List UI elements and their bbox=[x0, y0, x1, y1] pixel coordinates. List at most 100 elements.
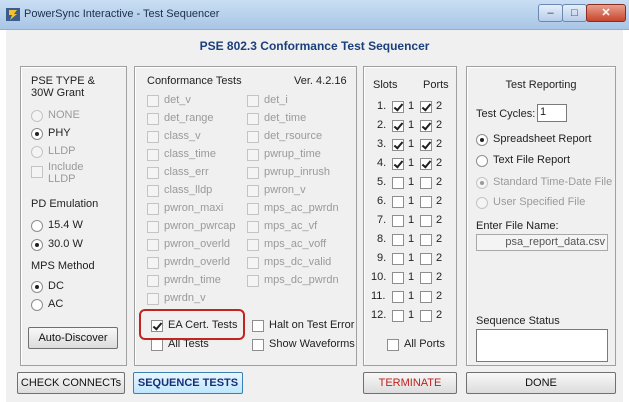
pd-30w-radio[interactable] bbox=[31, 239, 43, 251]
port1-checkbox[interactable] bbox=[392, 272, 404, 284]
port1-checkbox[interactable] bbox=[392, 177, 404, 189]
test-checkbox[interactable] bbox=[147, 113, 159, 125]
test-cycles-label: Test Cycles: bbox=[476, 108, 536, 120]
test-checkbox[interactable] bbox=[247, 113, 259, 125]
minimize-button[interactable]: – bbox=[538, 4, 563, 22]
port2-checkbox[interactable] bbox=[420, 177, 432, 189]
port2-checkbox[interactable] bbox=[420, 272, 432, 284]
pd-15-4w-label: 15.4 W bbox=[48, 219, 83, 231]
port1-checkbox[interactable] bbox=[392, 234, 404, 246]
test-checkbox[interactable] bbox=[147, 293, 159, 305]
mps-dc-radio[interactable] bbox=[31, 281, 43, 293]
user-specified-file-radio[interactable] bbox=[476, 197, 488, 209]
include-lldp-checkbox[interactable] bbox=[31, 166, 43, 178]
port1-checkbox[interactable] bbox=[392, 139, 404, 151]
port2-checkbox[interactable] bbox=[420, 234, 432, 246]
test-checkbox[interactable] bbox=[247, 221, 259, 233]
test-cycles-input[interactable]: 1 bbox=[537, 104, 567, 122]
test-checkbox[interactable] bbox=[147, 95, 159, 107]
port1-checkbox[interactable] bbox=[392, 291, 404, 303]
port2-checkbox[interactable] bbox=[420, 158, 432, 170]
conformance-tests-title: Conformance Tests bbox=[147, 75, 242, 87]
port1-checkbox[interactable] bbox=[392, 196, 404, 208]
pse-type-subtitle: 30W Grant bbox=[31, 87, 85, 99]
pse-type-phy-radio[interactable] bbox=[31, 128, 43, 140]
port1-checkbox[interactable] bbox=[392, 101, 404, 113]
port2-checkbox[interactable] bbox=[420, 310, 432, 322]
test-checkbox[interactable] bbox=[147, 149, 159, 161]
port2-checkbox[interactable] bbox=[420, 253, 432, 265]
test-reporting-panel: Test Reporting Test Cycles: 1 Spreadshee… bbox=[466, 66, 616, 366]
file-name-input[interactable]: psa_report_data.csv bbox=[476, 234, 608, 251]
include-lldp-label-line2: LLDP bbox=[48, 173, 76, 185]
standard-time-date-file-radio[interactable] bbox=[476, 177, 488, 189]
test-label: mps_ac_voff bbox=[264, 238, 327, 250]
test-checkbox[interactable] bbox=[247, 95, 259, 107]
all-ports-checkbox[interactable] bbox=[387, 339, 399, 351]
port1-checkbox[interactable] bbox=[392, 215, 404, 227]
test-checkbox[interactable] bbox=[247, 203, 259, 215]
window-titlebar[interactable]: PowerSync Interactive - Test Sequencer –… bbox=[0, 0, 629, 30]
port2-checkbox[interactable] bbox=[420, 215, 432, 227]
test-checkbox[interactable] bbox=[247, 149, 259, 161]
port2-checkbox[interactable] bbox=[420, 196, 432, 208]
close-button[interactable]: ✕ bbox=[586, 4, 626, 22]
sequence-tests-button[interactable]: SEQUENCE TESTS bbox=[133, 372, 243, 394]
sequence-status-label: Sequence Status bbox=[476, 315, 560, 327]
port2-checkbox[interactable] bbox=[420, 139, 432, 151]
port2-label: 2 bbox=[436, 157, 443, 169]
auto-discover-button[interactable]: Auto-Discover bbox=[28, 327, 118, 349]
text-file-report-radio[interactable] bbox=[476, 155, 488, 167]
slot-number: 6. bbox=[377, 195, 387, 207]
test-checkbox[interactable] bbox=[247, 185, 259, 197]
port1-label: 1 bbox=[408, 214, 415, 226]
show-waveforms-checkbox[interactable] bbox=[252, 339, 264, 351]
terminate-button[interactable]: TERMINATE bbox=[363, 372, 457, 394]
test-checkbox[interactable] bbox=[147, 203, 159, 215]
port2-checkbox[interactable] bbox=[420, 101, 432, 113]
test-checkbox[interactable] bbox=[247, 257, 259, 269]
test-checkbox[interactable] bbox=[147, 131, 159, 143]
test-checkbox[interactable] bbox=[147, 257, 159, 269]
check-connects-button[interactable]: CHECK CONNECTs bbox=[17, 372, 125, 394]
port2-label: 2 bbox=[436, 233, 443, 245]
spreadsheet-report-radio[interactable] bbox=[476, 134, 488, 146]
done-button[interactable]: DONE bbox=[466, 372, 616, 394]
port1-label: 1 bbox=[408, 290, 415, 302]
slot-number: 1. bbox=[377, 100, 387, 112]
maximize-button[interactable]: □ bbox=[562, 4, 587, 22]
test-checkbox[interactable] bbox=[247, 131, 259, 143]
mps-ac-label: AC bbox=[48, 298, 64, 310]
halt-on-test-error-checkbox[interactable] bbox=[252, 320, 264, 332]
port1-label: 1 bbox=[408, 233, 415, 245]
pse-type-none-radio[interactable] bbox=[31, 110, 43, 122]
test-label: class_err bbox=[164, 166, 209, 178]
test-checkbox[interactable] bbox=[147, 221, 159, 233]
test-checkbox[interactable] bbox=[147, 239, 159, 251]
test-checkbox[interactable] bbox=[147, 275, 159, 287]
test-checkbox[interactable] bbox=[147, 185, 159, 197]
port1-checkbox[interactable] bbox=[392, 158, 404, 170]
port2-checkbox[interactable] bbox=[420, 291, 432, 303]
mps-ac-radio[interactable] bbox=[31, 299, 43, 311]
port1-checkbox[interactable] bbox=[392, 253, 404, 265]
pse-type-panel: PSE TYPE & 30W Grant NONE PHY LLDP Inclu… bbox=[20, 66, 127, 366]
test-checkbox[interactable] bbox=[247, 167, 259, 179]
test-label: pwrdn_overld bbox=[164, 256, 231, 268]
standard-time-date-file-label: Standard Time-Date File bbox=[493, 176, 613, 188]
pd-emulation-label: PD Emulation bbox=[31, 198, 99, 210]
port1-checkbox[interactable] bbox=[392, 310, 404, 322]
slot-number: 12. bbox=[371, 309, 387, 321]
test-checkbox[interactable] bbox=[247, 275, 259, 287]
test-label: pwrdn_v bbox=[164, 292, 206, 304]
pse-type-lldp-radio[interactable] bbox=[31, 146, 43, 158]
all-tests-checkbox[interactable] bbox=[151, 339, 163, 351]
test-checkbox[interactable] bbox=[147, 167, 159, 179]
port2-label: 2 bbox=[436, 138, 443, 150]
pd-15-4w-radio[interactable] bbox=[31, 220, 43, 232]
show-waveforms-label: Show Waveforms bbox=[269, 338, 355, 350]
port1-checkbox[interactable] bbox=[392, 120, 404, 132]
test-checkbox[interactable] bbox=[247, 239, 259, 251]
test-label: det_rsource bbox=[264, 130, 323, 142]
port2-checkbox[interactable] bbox=[420, 120, 432, 132]
